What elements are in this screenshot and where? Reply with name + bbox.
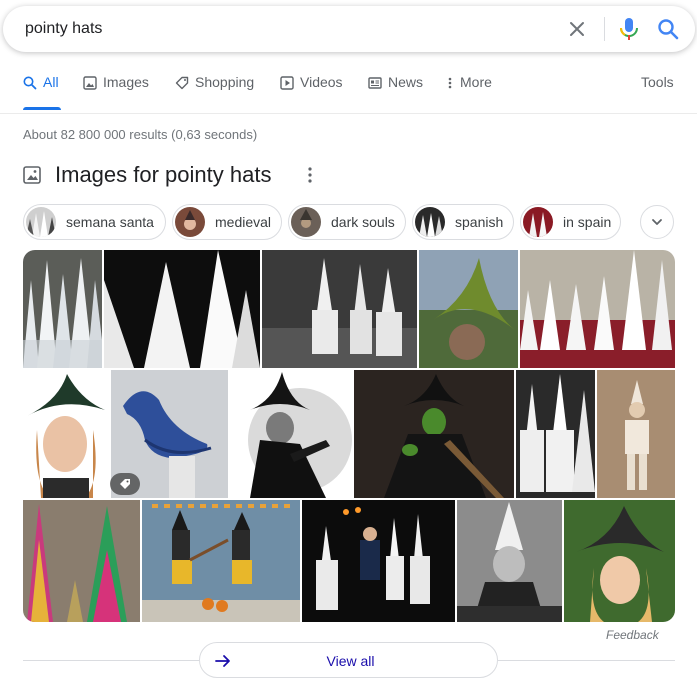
tab-label: More — [460, 74, 492, 90]
tag-icon — [175, 76, 189, 90]
tools-label: Tools — [641, 74, 674, 90]
vintage-child-photo-image — [597, 370, 675, 498]
chevron-down-icon — [652, 219, 662, 225]
view-all-label: View all — [326, 653, 375, 669]
spanish-thumbnail — [415, 207, 445, 237]
divider-right — [498, 660, 675, 661]
green-witch-image — [354, 370, 514, 498]
image-result[interactable] — [142, 500, 300, 622]
clear-icon[interactable] — [567, 19, 587, 39]
image-result[interactable] — [564, 500, 675, 622]
more-vert-icon — [448, 77, 452, 89]
divider-left — [23, 660, 199, 661]
feedback-link[interactable]: Feedback — [606, 628, 659, 642]
image-result[interactable] — [419, 250, 518, 368]
image-icon — [83, 76, 97, 90]
colorful-costumes-image — [23, 500, 140, 622]
image-result[interactable] — [516, 370, 595, 498]
kids-witch-costumes-image — [142, 500, 300, 622]
chip-label: spanish — [455, 214, 504, 230]
view-all-button[interactable]: View all — [199, 642, 498, 678]
semana-santa-thumbnail — [26, 207, 56, 237]
image-result[interactable] — [302, 500, 455, 622]
tab-label: News — [388, 74, 424, 90]
in-spain-thumbnail — [523, 207, 553, 237]
tab-images[interactable]: Images — [83, 74, 149, 108]
image-result[interactable] — [457, 500, 562, 622]
search-divider — [604, 17, 605, 41]
search-input[interactable]: pointy hats — [25, 6, 102, 52]
image-result[interactable] — [23, 500, 140, 622]
active-tab-indicator — [23, 107, 61, 110]
image-grid — [23, 250, 675, 622]
image-result[interactable] — [262, 250, 417, 368]
chip-spanish[interactable]: spanish — [412, 204, 514, 240]
tab-news[interactable]: News — [368, 74, 423, 108]
white-hoods-image — [104, 250, 260, 368]
search-submit-icon[interactable] — [657, 18, 679, 40]
wicked-witch-bw-image — [230, 370, 352, 498]
medieval-thumbnail — [175, 207, 205, 237]
tabs-divider — [0, 113, 697, 114]
image-result[interactable] — [104, 250, 260, 368]
chip-medieval[interactable]: medieval — [172, 204, 282, 240]
tab-videos[interactable]: Videos — [280, 74, 343, 108]
play-icon — [280, 76, 294, 90]
more-options-icon[interactable] — [300, 165, 320, 185]
image-result[interactable] — [354, 370, 514, 498]
klan-robes-image — [516, 370, 595, 498]
images-section-title: Images for pointy hats — [55, 162, 272, 187]
image-result[interactable] — [23, 250, 102, 368]
tab-label: Videos — [300, 74, 343, 90]
chip-label: medieval — [215, 214, 272, 230]
chip-dark-souls[interactable]: dark souls — [288, 204, 406, 240]
woman-green-hat-image — [23, 370, 109, 498]
chip-label: dark souls — [331, 214, 395, 230]
tab-shopping[interactable]: Shopping — [175, 74, 254, 108]
search-icon — [23, 76, 37, 90]
images-section-header: Images for pointy hats — [23, 160, 271, 190]
image-result[interactable] — [520, 250, 675, 368]
image-result[interactable] — [23, 370, 109, 498]
red-robed-penitents-image — [520, 250, 675, 368]
tab-label: Shopping — [195, 74, 255, 90]
microphone-icon[interactable] — [618, 17, 640, 41]
search-box[interactable]: pointy hats — [3, 6, 695, 52]
chip-semana-santa[interactable]: semana santa — [23, 204, 166, 240]
dunce-cap-man-image — [457, 500, 562, 622]
tab-all[interactable]: All — [23, 74, 59, 108]
dark-souls-thumbnail — [291, 207, 321, 237]
tab-label: All — [43, 74, 59, 90]
image-result[interactable] — [597, 370, 675, 498]
chips-next-button[interactable] — [640, 205, 674, 239]
green-hat-image — [419, 250, 518, 368]
hooded-group-night-image — [302, 500, 455, 622]
image-icon — [23, 166, 41, 184]
tools-button[interactable]: Tools — [641, 74, 674, 108]
tab-more[interactable]: More — [446, 74, 492, 108]
search-tabs: All Images Shopping Videos News More Too… — [0, 74, 697, 112]
news-icon — [368, 77, 382, 89]
chip-in-spain[interactable]: in spain — [520, 204, 621, 240]
chip-label: in spain — [563, 214, 612, 230]
hooded-figures-bw-image — [262, 250, 417, 368]
chip-label: semana santa — [66, 214, 154, 230]
tab-label: Images — [103, 74, 149, 90]
girl-black-hat-image — [564, 500, 675, 622]
image-result[interactable] — [230, 370, 352, 498]
tag-icon — [120, 479, 130, 489]
shopping-tag-badge — [110, 473, 140, 495]
penitents-procession-image — [23, 250, 102, 368]
result-stats: About 82 800 000 results (0,63 seconds) — [23, 127, 258, 142]
